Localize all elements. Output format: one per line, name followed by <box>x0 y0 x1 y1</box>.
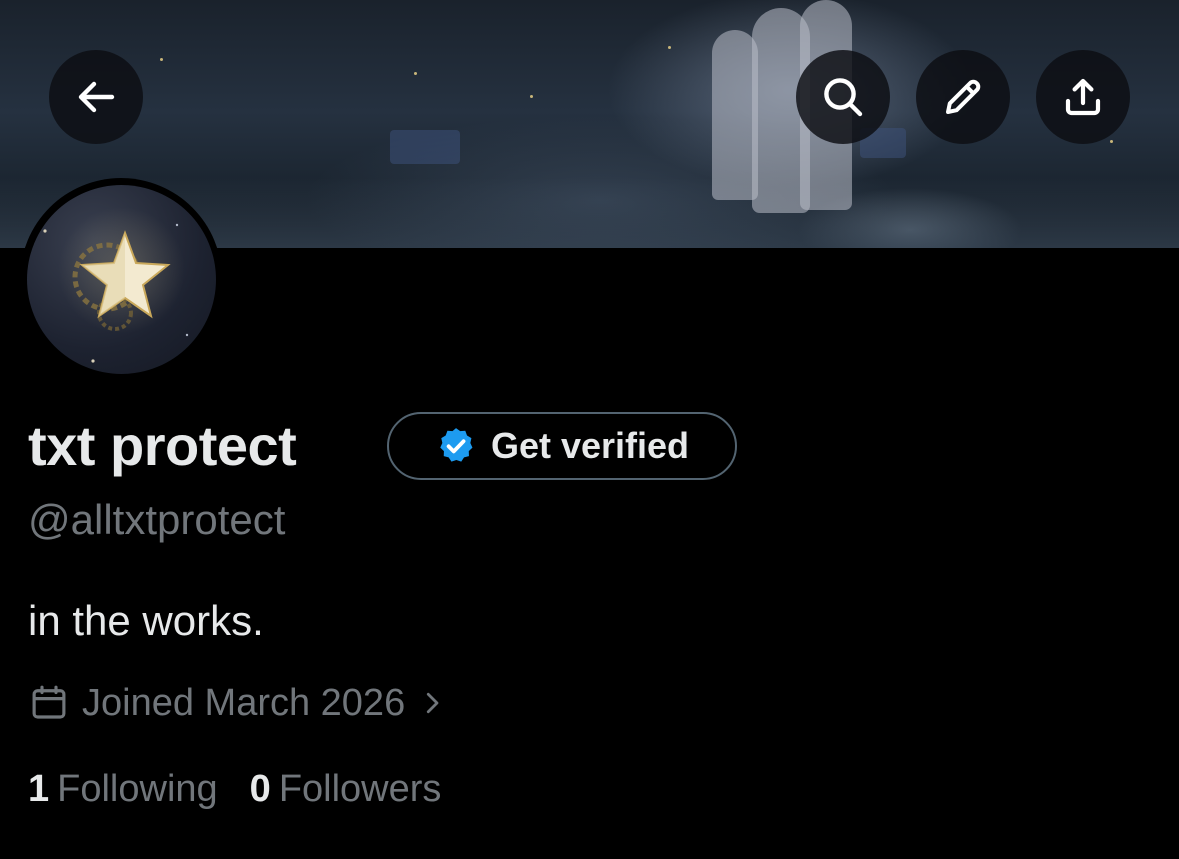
pencil-icon <box>946 79 981 114</box>
banner-star <box>160 58 163 61</box>
banner-star <box>1110 140 1113 143</box>
follow-stats: 1 Following 0 Followers <box>28 762 441 816</box>
display-name: txt protect <box>28 414 297 477</box>
joined-date-row[interactable]: Joined March 2026 <box>28 676 447 730</box>
avatar[interactable] <box>27 185 216 374</box>
following-count: 1 <box>28 767 50 810</box>
get-verified-button[interactable]: Get verified <box>387 412 737 480</box>
search-icon <box>824 78 863 117</box>
banner-chair <box>390 130 460 164</box>
search-button[interactable] <box>796 50 890 144</box>
banner-star <box>530 95 533 98</box>
banner-star <box>414 72 417 75</box>
calendar-icon <box>28 682 70 724</box>
share-button[interactable] <box>1036 50 1130 144</box>
joined-date: Joined March 2026 <box>82 681 406 724</box>
arrow-left-icon <box>78 81 115 113</box>
back-button[interactable] <box>49 50 143 144</box>
following-link[interactable]: 1 Following <box>28 768 218 811</box>
star-avatar-image <box>43 223 189 363</box>
followers-count: 0 <box>249 767 271 810</box>
edit-button[interactable] <box>916 50 1010 144</box>
following-label: Following <box>57 767 218 810</box>
share-upload-icon <box>1065 78 1101 116</box>
get-verified-label: Get verified <box>490 425 690 466</box>
followers-label: Followers <box>278 767 442 810</box>
chevron-right-icon <box>417 688 447 718</box>
followers-link[interactable]: 0 Followers <box>250 768 442 811</box>
verified-badge-icon <box>435 425 477 467</box>
profile-handle: @alltxtprotect <box>28 496 286 543</box>
banner-star <box>668 46 671 49</box>
profile-bio: in the works. <box>28 597 264 644</box>
